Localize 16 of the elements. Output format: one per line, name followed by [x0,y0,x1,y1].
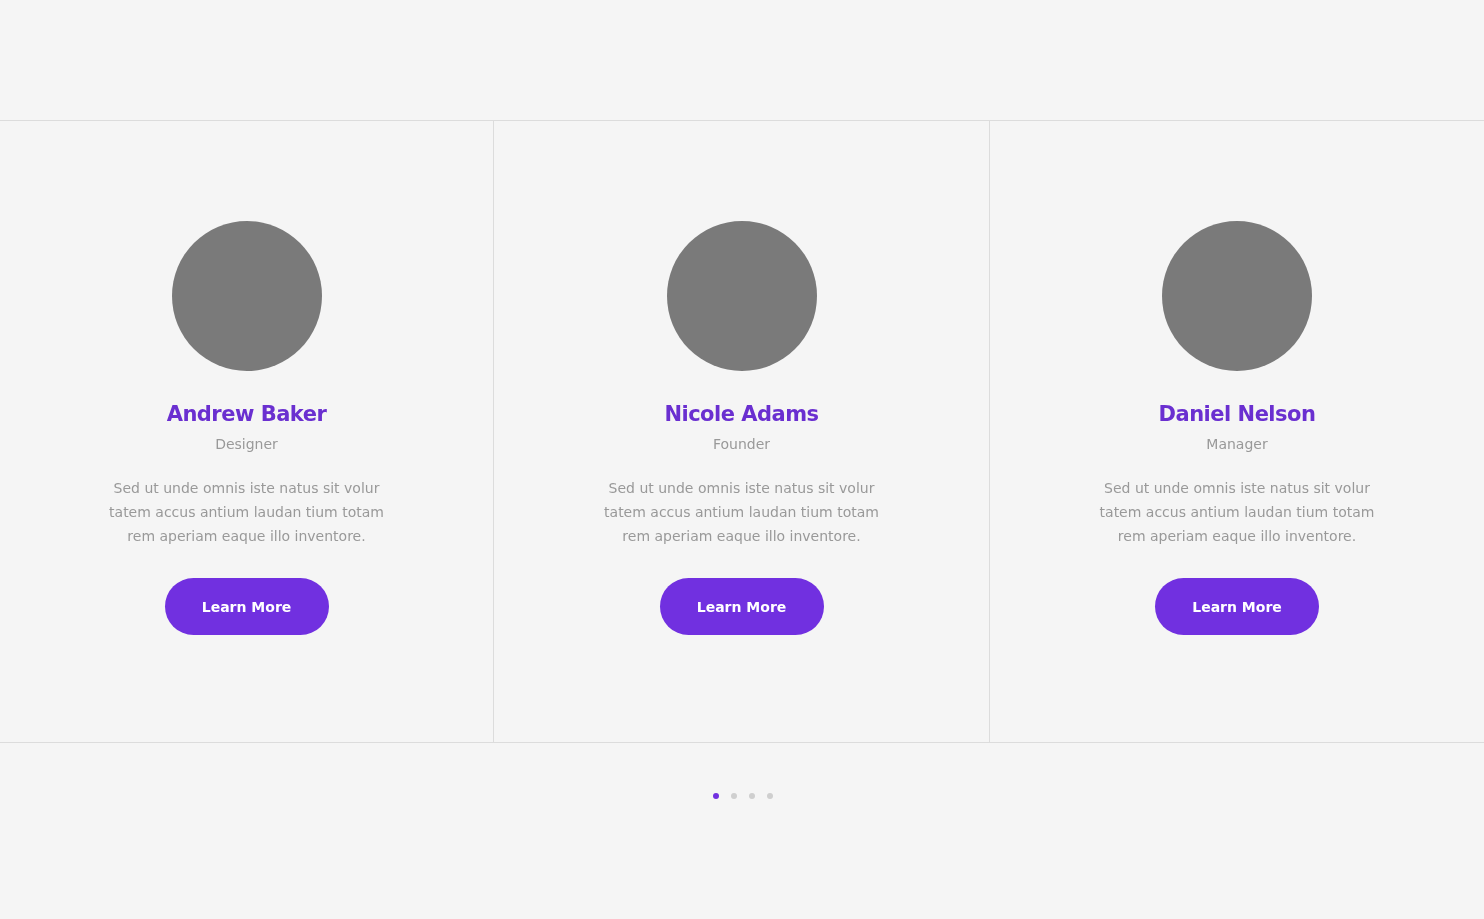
member-name: Nicole Adams [664,402,819,426]
pagination-dot[interactable] [748,793,755,799]
member-bio: Sed ut unde omnis iste natus sit volur tatem accus antium laudan tium totam rem aperiam eaque illo inventore. [603,479,880,546]
member-role: Manager [1206,436,1268,452]
learn-more-button[interactable]: Learn More [164,578,329,635]
learn-more-button[interactable]: Learn More [1155,578,1319,635]
member-name: Daniel Nelson [1158,402,1316,426]
pagination-dot[interactable] [766,793,773,799]
member-role: Founder [712,436,771,452]
learn-more-button[interactable]: Learn More [659,578,824,635]
member-bio: Sed ut unde omnis iste natus sit volur tatem accus antium laudan tium totam rem aperiam eaque illo inventore. [1098,479,1376,546]
member-name: Andrew Baker [166,402,327,426]
member-bio: Sed ut unde omnis iste natus sit volur tatem accus antium laudan tium totam rem aperiam eaque illo inventore. [108,479,385,546]
pagination-dot[interactable] [712,793,719,799]
pagination-dot[interactable] [730,793,737,799]
member-role: Designer [215,436,278,452]
